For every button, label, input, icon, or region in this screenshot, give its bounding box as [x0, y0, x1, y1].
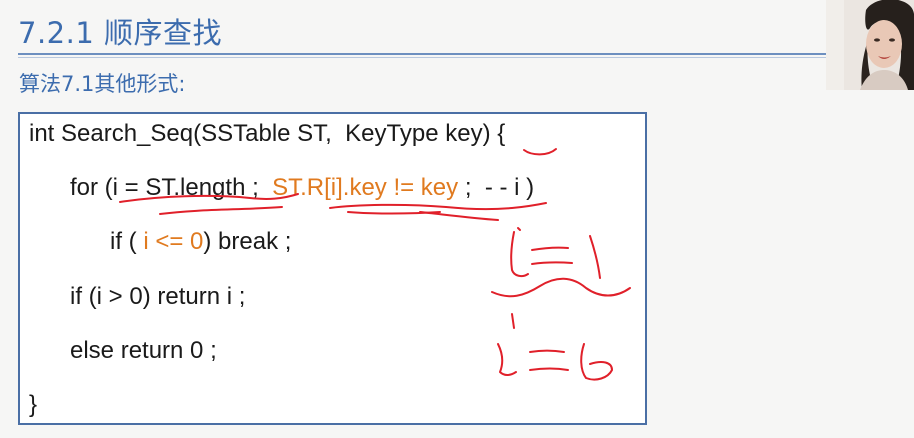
section-title: 7.2.1 顺序查找 [18, 16, 223, 50]
slide: 7.2.1 顺序查找 算法7.1其他形式: int Search_Seq(SST… [0, 0, 914, 438]
code-line-4: if (i > 0) return i ; [70, 283, 246, 310]
code-box: int Search_Seq(SSTable ST, KeyType key) … [18, 112, 647, 425]
presenter-webcam-icon [826, 0, 914, 90]
code-line-3-end: ) break ; [203, 228, 292, 255]
code-line-2-highlight: ST.R[i].key != key [272, 174, 459, 201]
code-line-3-highlight: i <= 0 [143, 228, 204, 255]
code-line-1: int Search_Seq(SSTable ST, KeyType key) … [29, 120, 506, 147]
webcam-thumbnail [826, 0, 914, 90]
code-line-5: else return 0 ; [70, 337, 217, 364]
title-divider [18, 53, 914, 55]
code-line-2-end: ; - - i ) [458, 174, 535, 201]
code-line-2-start: for (i = ST.length ; [70, 174, 273, 201]
title-divider-thin [18, 57, 914, 58]
code-line-3-start: if ( [110, 228, 144, 255]
code-line-6: } [29, 391, 38, 418]
slide-subtitle: 算法7.1其他形式: [19, 72, 186, 96]
code-line-3: if ( i <= 0) break ; [110, 227, 291, 257]
code-line-2: for (i = ST.length ; ST.R[i].key != key … [70, 173, 534, 203]
